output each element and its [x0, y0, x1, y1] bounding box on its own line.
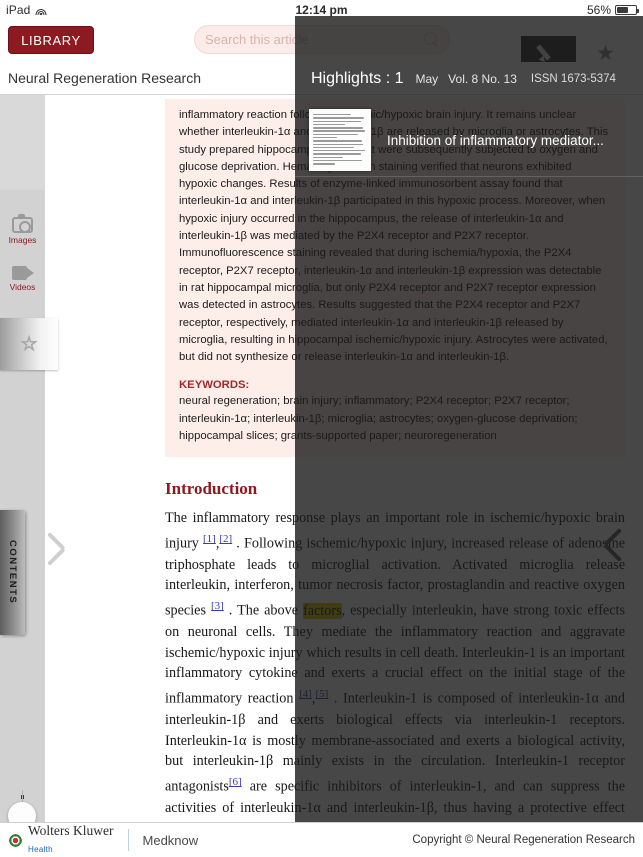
issue-volume: Vol. 8 No. 13: [448, 71, 517, 86]
publisher-name: Wolters Kluwer: [28, 823, 114, 839]
left-rail: Images Videos ☆ CONTENTS: [0, 190, 58, 857]
footer-divider: [127, 829, 129, 851]
library-button[interactable]: LIBRARY: [8, 26, 94, 54]
camera-icon: [12, 213, 33, 233]
rail-item-images[interactable]: Images: [0, 208, 45, 253]
rail-item-images-label: Images: [8, 234, 37, 245]
video-camera-icon: [11, 265, 34, 280]
previous-page-button[interactable]: [47, 527, 89, 587]
battery-icon: [615, 5, 639, 15]
chevron-left-icon: [47, 532, 82, 577]
wolters-kluwer-mark-icon: [8, 832, 23, 848]
citation-link[interactable]: [1]: [203, 533, 216, 545]
article-page-thumbnail: [309, 109, 371, 171]
rail-item-videos[interactable]: Videos: [0, 256, 45, 301]
star-outline-icon: ☆: [20, 333, 38, 355]
ipad-reader-app: iPad 12:14 pm 56% LIBRARY Highlights ★ F…: [0, 0, 643, 857]
issn-label: ISSN 1673-5374: [530, 72, 616, 85]
status-right: 56%: [586, 3, 639, 17]
highlights-count-title: Highlights : 1: [311, 69, 404, 87]
highlights-panel-header: Highlights : 1 May Vol. 8 No. 13 ISSN 16…: [295, 62, 643, 95]
citation-link[interactable]: [3]: [211, 600, 224, 612]
citation-link[interactable]: [6]: [229, 776, 242, 788]
citation-link[interactable]: [2]: [219, 533, 232, 545]
publisher-subtitle: Health: [28, 845, 53, 854]
journal-title: Neural Regeneration Research: [8, 70, 201, 86]
bookmark-flap[interactable]: ☆: [0, 318, 58, 370]
imprint-name: Medknow: [142, 832, 199, 848]
highlight-list-item[interactable]: Inhibition of inflammatory mediator...: [295, 104, 643, 177]
issue-month: May: [415, 71, 439, 86]
status-clock: 12:14 pm: [295, 3, 348, 17]
highlights-panel: Highlights : 1 May Vol. 8 No. 13 ISSN 16…: [295, 16, 643, 822]
contents-tab-label: CONTENTS: [7, 540, 18, 605]
highlight-item-title: Inhibition of inflammatory mediator...: [387, 132, 604, 148]
contents-tab[interactable]: CONTENTS: [0, 510, 25, 635]
paragraph-text: . The above: [223, 603, 303, 619]
page-footer: Wolters Kluwer Health Medknow Copyright …: [0, 822, 643, 857]
copyright-text: Copyright © Neural Regeneration Research: [412, 834, 635, 846]
wolters-kluwer-logo: Wolters Kluwer Health: [8, 823, 114, 857]
rail-item-videos-label: Videos: [9, 281, 36, 292]
battery-percent-label: 56%: [586, 3, 611, 17]
